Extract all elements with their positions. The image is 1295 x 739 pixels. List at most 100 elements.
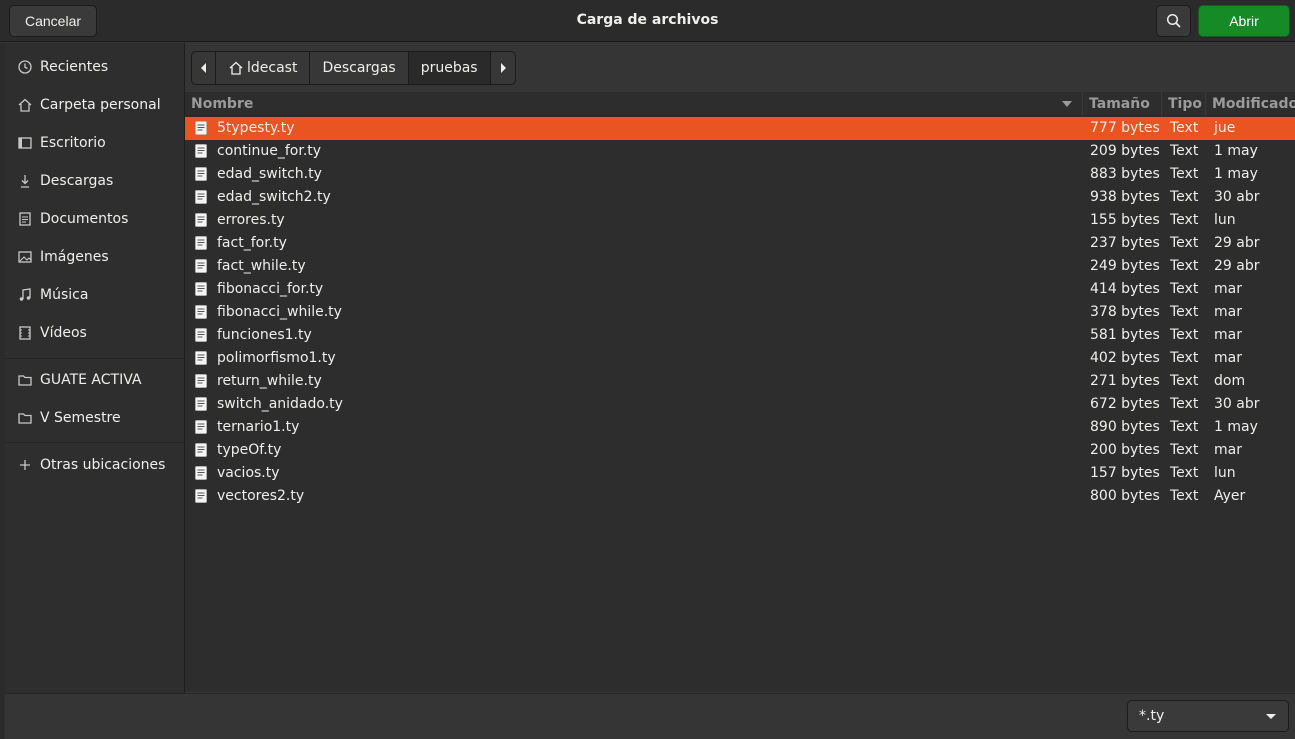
- search-button[interactable]: [1156, 5, 1191, 37]
- chevron-left-icon: [200, 63, 206, 73]
- file-row[interactable]: switch_anidado.ty 672 bytes Text 30 abr: [185, 393, 1295, 416]
- text-file-icon: [195, 144, 207, 158]
- file-size: 777 bytes: [1090, 120, 1160, 136]
- text-file-icon: [195, 466, 207, 480]
- sidebar-item-imagenes[interactable]: Imágenes: [5, 239, 185, 275]
- file-type: Text: [1170, 143, 1199, 159]
- file-size: 157 bytes: [1090, 465, 1160, 481]
- chevron-down-icon: [1266, 714, 1276, 719]
- text-file-icon: [195, 374, 207, 388]
- column-header-modified[interactable]: Modificado: [1206, 92, 1295, 116]
- image-icon: [17, 249, 33, 265]
- path-segment-home[interactable]: ldecast: [216, 52, 311, 84]
- file-name: continue_for.ty: [217, 143, 322, 159]
- column-header-label: Nombre: [191, 96, 254, 112]
- file-name: switch_anidado.ty: [217, 396, 343, 412]
- file-type: Text: [1170, 419, 1199, 435]
- dialog-title: Carga de archivos: [576, 12, 719, 28]
- home-icon: [229, 61, 243, 75]
- file-row[interactable]: funciones1.ty 581 bytes Text mar: [185, 324, 1295, 347]
- column-header-type[interactable]: Tipo: [1162, 92, 1206, 116]
- sidebar-item-label: Recientes: [40, 59, 109, 75]
- file-type: Text: [1170, 350, 1199, 366]
- open-button[interactable]: Abrir: [1198, 5, 1290, 37]
- file-modified: 29 abr: [1214, 235, 1260, 251]
- file-modified: mar: [1214, 350, 1242, 366]
- file-type: Text: [1170, 396, 1199, 412]
- text-file-icon: [195, 328, 207, 342]
- file-row[interactable]: errores.ty 155 bytes Text lun: [185, 209, 1295, 232]
- file-modified: Ayer: [1214, 488, 1246, 504]
- file-modified: mar: [1214, 442, 1242, 458]
- file-row[interactable]: fibonacci_for.ty 414 bytes Text mar: [185, 278, 1295, 301]
- file-size: 890 bytes: [1090, 419, 1160, 435]
- path-forward-button[interactable]: [491, 52, 515, 84]
- bottom-bar: [5, 693, 1295, 739]
- file-size: 402 bytes: [1090, 350, 1160, 366]
- file-row[interactable]: fibonacci_while.ty 378 bytes Text mar: [185, 301, 1295, 324]
- sidebar-item-recientes[interactable]: Recientes: [5, 49, 185, 85]
- sidebar-item-label: Escritorio: [40, 135, 106, 151]
- file-name: fibonacci_while.ty: [217, 304, 342, 320]
- path-segment-pruebas[interactable]: pruebas: [408, 52, 491, 84]
- sidebar-item-otras-ubicaciones[interactable]: Otras ubicaciones: [5, 447, 185, 483]
- file-modified: 1 may: [1214, 166, 1258, 182]
- text-file-icon: [195, 121, 207, 135]
- file-modified: mar: [1214, 304, 1242, 320]
- file-type: Text: [1170, 212, 1199, 228]
- file-name: errores.ty: [217, 212, 285, 228]
- sidebar-item-label: Documentos: [40, 211, 129, 227]
- file-type: Text: [1170, 488, 1199, 504]
- file-modified: dom: [1214, 373, 1246, 389]
- column-header-name[interactable]: Nombre: [185, 92, 1083, 116]
- file-size: 249 bytes: [1090, 258, 1160, 274]
- file-size: 209 bytes: [1090, 143, 1160, 159]
- file-name: fibonacci_for.ty: [217, 281, 324, 297]
- text-file-icon: [195, 489, 207, 503]
- file-row[interactable]: vacios.ty 157 bytes Text lun: [185, 462, 1295, 485]
- file-size: 155 bytes: [1090, 212, 1160, 228]
- filter-value: *.ty: [1139, 708, 1165, 724]
- column-header-label: Tipo: [1168, 96, 1202, 112]
- file-filter-dropdown[interactable]: *.ty: [1127, 700, 1289, 732]
- sidebar-item-escritorio[interactable]: Escritorio: [5, 125, 185, 161]
- text-file-icon: [195, 213, 207, 227]
- file-size: 414 bytes: [1090, 281, 1160, 297]
- file-size: 883 bytes: [1090, 166, 1160, 182]
- file-row[interactable]: typeOf.ty 200 bytes Text mar: [185, 439, 1295, 462]
- sidebar-item-videos[interactable]: Vídeos: [5, 315, 185, 351]
- file-size: 200 bytes: [1090, 442, 1160, 458]
- text-file-icon: [195, 305, 207, 319]
- file-row[interactable]: fact_for.ty 237 bytes Text 29 abr: [185, 232, 1295, 255]
- desktop-icon: [17, 135, 33, 151]
- sidebar-item-documentos[interactable]: Documentos: [5, 201, 185, 237]
- file-row[interactable]: return_while.ty 271 bytes Text dom: [185, 370, 1295, 393]
- sidebar-item-label: Música: [40, 287, 89, 303]
- file-row[interactable]: ternario1.ty 890 bytes Text 1 may: [185, 416, 1295, 439]
- file-row[interactable]: continue_for.ty 209 bytes Text 1 may: [185, 140, 1295, 163]
- path-segment-label: ldecast: [247, 60, 298, 76]
- file-list: Nombre Tamaño Tipo Modificado 5typesty.t…: [185, 92, 1295, 692]
- path-segment-descargas[interactable]: Descargas: [310, 52, 409, 84]
- path-back-button[interactable]: [192, 52, 216, 84]
- file-row[interactable]: fact_while.ty 249 bytes Text 29 abr: [185, 255, 1295, 278]
- file-row[interactable]: polimorfismo1.ty 402 bytes Text mar: [185, 347, 1295, 370]
- file-name: vectores2.ty: [217, 488, 305, 504]
- sidebar-item-guate-activa[interactable]: GUATE ACTIVA: [5, 362, 185, 398]
- file-size: 800 bytes: [1090, 488, 1160, 504]
- column-header-size[interactable]: Tamaño: [1083, 92, 1162, 116]
- path-segment-label: Descargas: [322, 60, 396, 76]
- sidebar-item-musica[interactable]: Música: [5, 277, 185, 313]
- file-type: Text: [1170, 258, 1199, 274]
- file-row[interactable]: edad_switch2.ty 938 bytes Text 30 abr: [185, 186, 1295, 209]
- sidebar-item-carpeta-personal[interactable]: Carpeta personal: [5, 87, 185, 123]
- video-icon: [17, 325, 33, 341]
- file-row[interactable]: vectores2.ty 800 bytes Text Ayer: [185, 485, 1295, 508]
- file-row[interactable]: 5typesty.ty 777 bytes Text jue: [185, 117, 1295, 140]
- file-size: 672 bytes: [1090, 396, 1160, 412]
- sidebar-item-v-semestre[interactable]: V Semestre: [5, 400, 185, 436]
- file-row[interactable]: edad_switch.ty 883 bytes Text 1 may: [185, 163, 1295, 186]
- sidebar-item-descargas[interactable]: Descargas: [5, 163, 185, 199]
- file-name: polimorfismo1.ty: [217, 350, 336, 366]
- text-file-icon: [195, 259, 207, 273]
